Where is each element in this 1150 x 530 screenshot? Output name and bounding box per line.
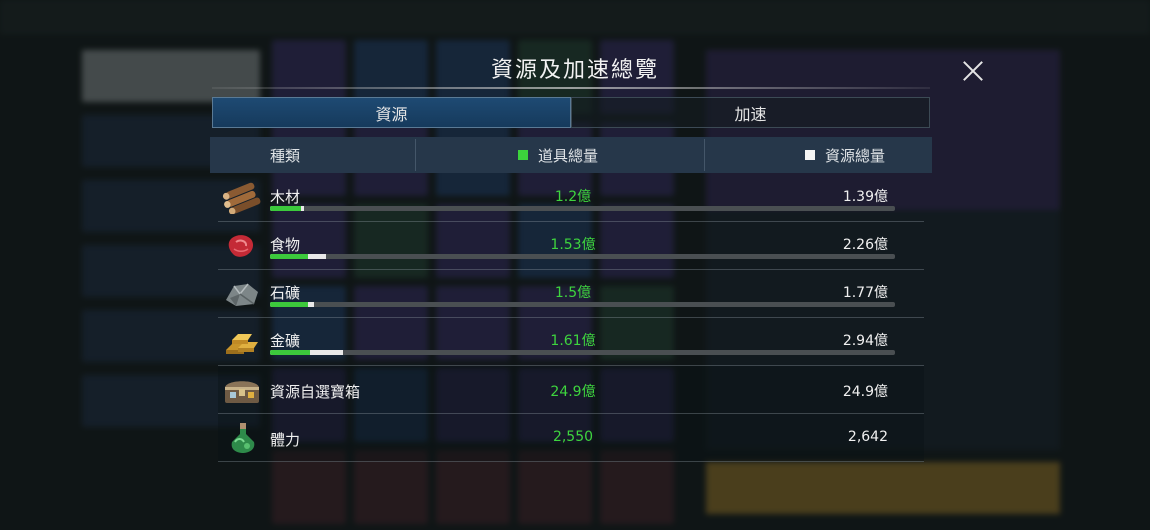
header-resource-total: 資源總量	[805, 145, 885, 166]
items-amount: 1.5億	[554, 285, 592, 301]
resource-name: 食物	[270, 236, 301, 254]
items-bar-fill	[270, 206, 302, 211]
items-bar-fill	[270, 350, 310, 355]
meat-icon	[228, 235, 254, 257]
stone-icon	[226, 283, 258, 306]
resource-name: 木材	[270, 188, 301, 206]
items-amount: 1.53億	[550, 237, 596, 253]
close-icon[interactable]	[958, 56, 988, 86]
stamina-potion-icon	[231, 423, 255, 453]
list-item: 食物 1.53億 2.26億	[218, 222, 924, 270]
green-square-icon	[518, 150, 528, 160]
resource-overview-modal: 資源及加速總覽 資源 加速 種類 道具總量 資源總量 木材 1.2億 1.39億…	[0, 0, 1150, 530]
tab-speedups[interactable]: 加速	[571, 97, 930, 128]
items-amount: 2,550	[552, 429, 594, 445]
resource-name: 金礦	[270, 332, 301, 350]
items-bar-fill	[270, 302, 308, 307]
resource-amount: 1.39億	[842, 189, 888, 205]
resource-name: 體力	[270, 431, 301, 449]
items-amount: 24.9億	[550, 384, 596, 400]
header-items-total: 道具總量	[518, 145, 598, 166]
resource-list: 木材 1.2億 1.39億 食物 1.53億 2.26億 石礦 1.5億 1.7…	[218, 174, 924, 462]
resource-amount: 24.9億	[842, 384, 888, 400]
list-item: 金礦 1.61億 2.94億	[218, 318, 924, 366]
progress-bar	[270, 302, 895, 307]
items-bar-fill	[270, 254, 308, 259]
list-item: 石礦 1.5億 1.77億	[218, 270, 924, 318]
resource-amount: 2.94億	[842, 333, 888, 349]
resource-amount: 2,642	[847, 429, 888, 445]
progress-bar	[270, 254, 895, 259]
list-item: 體力 2,550 2,642	[218, 414, 924, 462]
progress-bar	[270, 206, 895, 211]
column-divider	[704, 139, 705, 171]
resource-amount: 2.26億	[842, 237, 888, 253]
list-item: 資源自選寶箱 24.9億 24.9億	[218, 366, 924, 414]
title-divider	[212, 87, 930, 89]
tab-resources[interactable]: 資源	[212, 97, 571, 128]
wood-log-icon	[222, 182, 261, 214]
table-header: 種類 道具總量 資源總量	[210, 137, 932, 173]
header-items-label: 道具總量	[538, 146, 599, 165]
header-category: 種類	[270, 146, 301, 165]
resource-amount: 1.77億	[842, 285, 888, 301]
tab-bar: 資源 加速	[212, 97, 930, 128]
items-amount: 1.61億	[550, 333, 596, 349]
resource-name: 石礦	[270, 284, 301, 302]
treasure-chest-icon	[225, 381, 259, 403]
items-amount: 1.2億	[554, 189, 592, 205]
progress-bar	[270, 350, 895, 355]
gold-bar-icon	[226, 334, 258, 354]
column-divider	[415, 139, 416, 171]
list-item: 木材 1.2億 1.39億	[218, 174, 924, 222]
resource-name: 資源自選寶箱	[270, 383, 361, 401]
header-resource-label: 資源總量	[825, 146, 886, 165]
white-square-icon	[805, 150, 815, 160]
